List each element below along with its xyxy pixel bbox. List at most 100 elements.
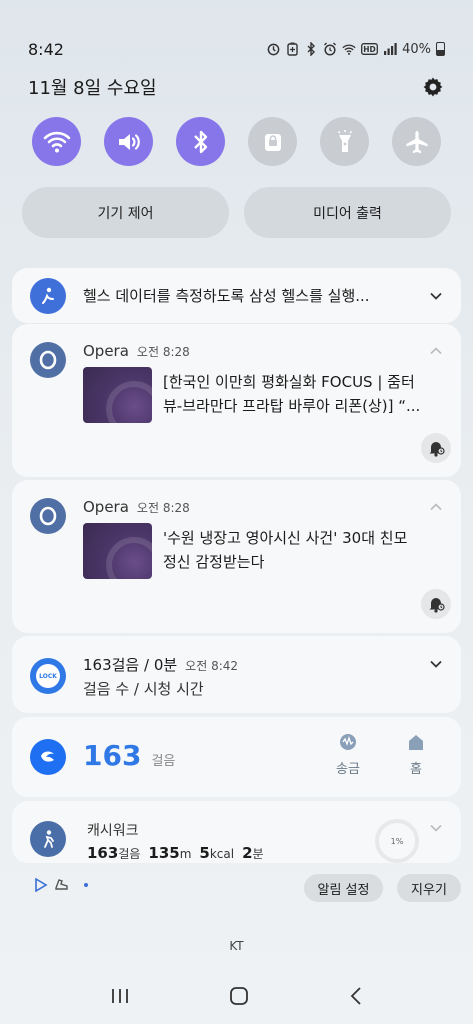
cashwalk-distance-unit: m bbox=[179, 847, 192, 861]
date-label: 11월 8일 수요일 bbox=[28, 78, 157, 99]
opera-header-1: Opera 오전 8:28 bbox=[83, 342, 190, 360]
rotation-lock-toggle[interactable] bbox=[248, 117, 297, 166]
airplane-toggle[interactable] bbox=[392, 117, 441, 166]
date-row: 11월 8일 수요일 bbox=[28, 73, 445, 101]
back-icon[interactable] bbox=[349, 986, 363, 1006]
step-lock-app-icon: LOCK bbox=[30, 658, 66, 694]
battery-saver-icon bbox=[285, 42, 299, 56]
clear-all-button[interactable]: 지우기 bbox=[397, 874, 461, 902]
home-icon bbox=[409, 735, 423, 750]
airplane-icon bbox=[405, 130, 428, 153]
cashwalk-minutes: 2 bbox=[242, 844, 253, 862]
bluetooth-icon bbox=[304, 42, 318, 56]
opera-header-2: Opera 오전 8:28 bbox=[83, 498, 190, 516]
cashwalk-app-icon bbox=[30, 821, 66, 857]
notification-time: 오전 8:28 bbox=[136, 501, 190, 515]
hidden-app-icons bbox=[34, 878, 88, 892]
notification-health[interactable]: 헬스 데이터를 측정하도록 삼성 헬스를 실행... bbox=[12, 268, 461, 323]
shortcut-pills: 기기 제어 미디어 출력 bbox=[22, 187, 451, 238]
battery-icon bbox=[436, 42, 445, 56]
bluetooth-icon bbox=[193, 130, 207, 153]
cashwalk-progress-ring: 1% bbox=[375, 819, 419, 863]
carrier-label: KT bbox=[229, 939, 244, 953]
sync-icon bbox=[266, 42, 280, 56]
device-control-button[interactable]: 기기 제어 bbox=[22, 187, 229, 238]
notification-time: 오전 8:28 bbox=[136, 345, 190, 359]
news-thumbnail bbox=[83, 367, 152, 423]
notification-settings-button[interactable]: 알림 설정 bbox=[304, 874, 383, 902]
toss-step-count: 163 bbox=[83, 739, 142, 772]
steps-title: 163걸음 / 0분 bbox=[83, 656, 178, 674]
play-store-icon bbox=[35, 878, 48, 892]
chevron-up-icon[interactable] bbox=[429, 500, 443, 514]
navigation-bar bbox=[0, 982, 473, 1010]
snooze-bell-button[interactable] bbox=[421, 589, 451, 619]
cashwalk-app-name: 캐시워크 bbox=[87, 823, 139, 839]
svg-text:HD: HD bbox=[363, 45, 376, 54]
notification-line: 정신 감정받는다 bbox=[163, 553, 265, 571]
steps-subtitle: 걸음 수 / 시청 시간 bbox=[83, 680, 204, 698]
home-button[interactable]: 홈 bbox=[400, 733, 432, 777]
flashlight-toggle[interactable] bbox=[320, 117, 369, 166]
shoe-icon bbox=[55, 879, 68, 890]
chevron-down-icon[interactable] bbox=[429, 289, 443, 303]
cashwalk-steps-unit: 걸음 bbox=[118, 847, 141, 861]
send-money-button[interactable]: 송금 bbox=[330, 733, 366, 777]
notification-cashwalk[interactable]: 캐시워크 163 걸음 135 m 5 kcal 2 분 1% bbox=[12, 801, 461, 863]
snooze-bell-button[interactable] bbox=[421, 433, 451, 463]
steps-header: 163걸음 / 0분 오전 8:42 bbox=[83, 654, 238, 675]
gear-icon[interactable] bbox=[421, 75, 445, 99]
app-name: Opera bbox=[83, 498, 129, 516]
battery-percent: 40% bbox=[402, 41, 431, 57]
health-notification-text: 헬스 데이터를 측정하도록 삼성 헬스를 실행... bbox=[83, 287, 370, 305]
notification-line: '수원 냉장고 영아시신 사건' 30대 친모 bbox=[163, 529, 408, 547]
wifi-icon bbox=[342, 42, 356, 56]
media-output-button[interactable]: 미디어 출력 bbox=[244, 187, 451, 238]
signal-icon bbox=[383, 42, 397, 56]
toss-steps: 163 걸음 bbox=[83, 739, 175, 772]
cashwalk-kcal-unit: kcal bbox=[209, 847, 235, 861]
wifi-toggle[interactable] bbox=[32, 117, 81, 166]
status-bar: 8:42 HD 40% bbox=[28, 38, 445, 60]
toss-app-icon bbox=[30, 739, 66, 775]
home-nav-icon[interactable] bbox=[229, 986, 249, 1006]
cashwalk-minutes-unit: 분 bbox=[252, 847, 264, 861]
send-money-label: 송금 bbox=[336, 762, 360, 777]
news-thumbnail bbox=[83, 523, 152, 579]
opera-app-icon bbox=[30, 342, 66, 378]
cashwalk-stats: 163 걸음 135 m 5 kcal 2 분 bbox=[87, 844, 264, 862]
clock: 8:42 bbox=[28, 39, 64, 59]
opera-app-icon bbox=[30, 498, 66, 534]
speaker-icon bbox=[118, 133, 140, 150]
cashwalk-distance: 135 bbox=[148, 844, 180, 862]
cashwalk-kcal: 5 bbox=[199, 844, 210, 862]
bell-icon bbox=[429, 598, 445, 613]
notification-time: 오전 8:42 bbox=[185, 659, 239, 673]
app-name: Opera bbox=[83, 342, 129, 360]
quick-settings bbox=[32, 117, 441, 167]
chevron-up-icon[interactable] bbox=[429, 344, 443, 358]
status-icons: HD 40% bbox=[266, 42, 445, 57]
hd-icon: HD bbox=[361, 42, 379, 56]
bell-icon bbox=[429, 442, 445, 457]
bluetooth-toggle[interactable] bbox=[176, 117, 225, 166]
cashwalk-progress-label: 1% bbox=[390, 836, 404, 846]
notification-body: [한국인 이만희 평화실화 FOCUS | 줌터 뷰-브라만다 프라탑 바루아 … bbox=[163, 370, 439, 418]
home-label: 홈 bbox=[410, 762, 422, 777]
send-money-icon bbox=[340, 734, 356, 750]
more-dot-icon bbox=[84, 883, 88, 887]
sound-toggle[interactable] bbox=[104, 117, 153, 166]
toss-step-unit: 걸음 bbox=[151, 754, 176, 769]
notification-toss[interactable]: 163 걸음 송금 홈 bbox=[12, 717, 461, 797]
notification-body: '수원 냉장고 영아시신 사건' 30대 친모 정신 감정받는다 bbox=[163, 526, 439, 574]
wifi-icon bbox=[43, 131, 70, 152]
notification-steps[interactable]: LOCK 163걸음 / 0분 오전 8:42 걸음 수 / 시청 시간 bbox=[12, 636, 461, 713]
notification-opera-1[interactable]: Opera 오전 8:28 [한국인 이만희 평화실화 FOCUS | 줌터 뷰… bbox=[12, 324, 461, 477]
cashwalk-steps: 163 bbox=[87, 844, 119, 862]
recent-apps-icon[interactable] bbox=[110, 987, 130, 1005]
chevron-down-icon[interactable] bbox=[429, 657, 443, 671]
alarm-icon bbox=[323, 42, 337, 56]
notification-opera-2[interactable]: Opera 오전 8:28 '수원 냉장고 영아시신 사건' 30대 친모 정신… bbox=[12, 480, 461, 633]
chevron-down-icon[interactable] bbox=[429, 821, 443, 835]
flashlight-icon bbox=[337, 129, 352, 152]
